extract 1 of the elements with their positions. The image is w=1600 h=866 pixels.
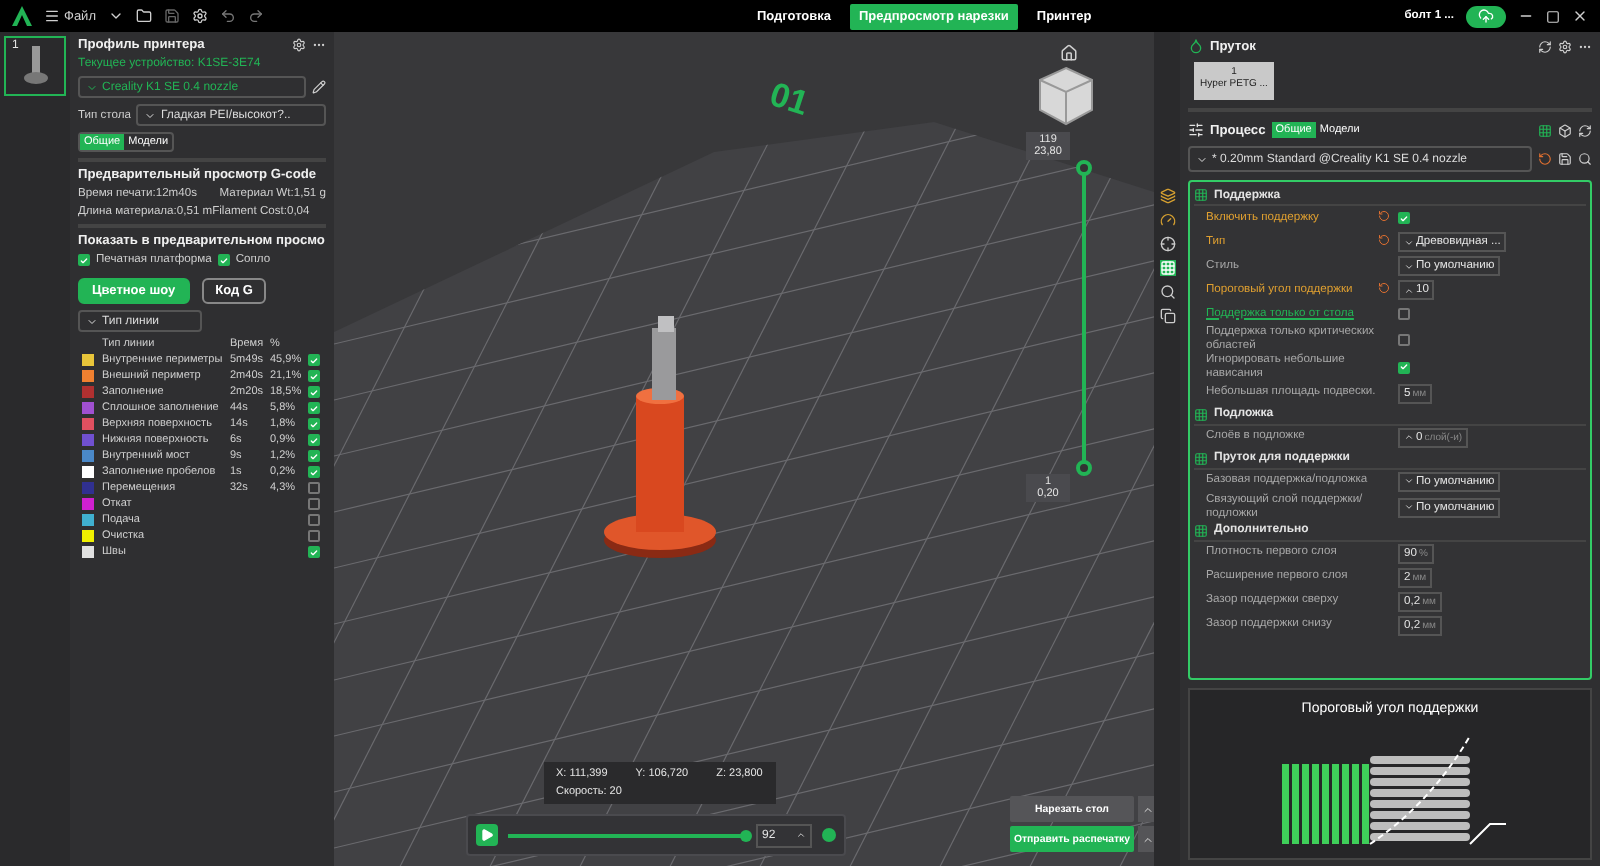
plate-label: 01 (764, 75, 814, 125)
